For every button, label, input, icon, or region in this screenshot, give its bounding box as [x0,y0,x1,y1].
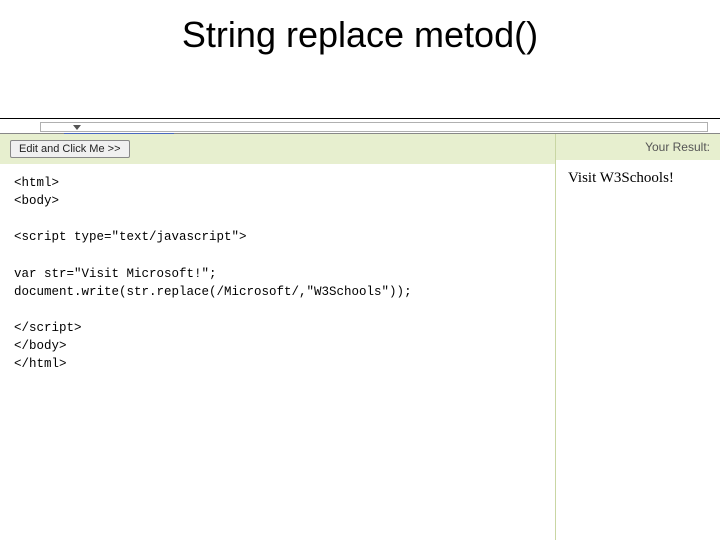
result-panel: Your Result: Visit W3Schools! [556,134,720,540]
code-textarea[interactable]: <html> <body> <script type="text/javascr… [0,164,555,406]
dropdown-icon [73,125,81,130]
code-panel-header: Edit and Click Me >> [0,134,555,164]
edit-and-run-button[interactable]: Edit and Click Me >> [10,140,130,158]
slide-title: String replace metod() [0,14,720,56]
editor-area: Edit and Click Me >> <html> <body> <scri… [0,134,720,540]
result-panel-header: Your Result: [556,134,720,160]
browser-toolbar [0,118,720,134]
code-panel: Edit and Click Me >> <html> <body> <scri… [0,134,556,540]
result-output: Visit W3Schools! [556,160,720,406]
